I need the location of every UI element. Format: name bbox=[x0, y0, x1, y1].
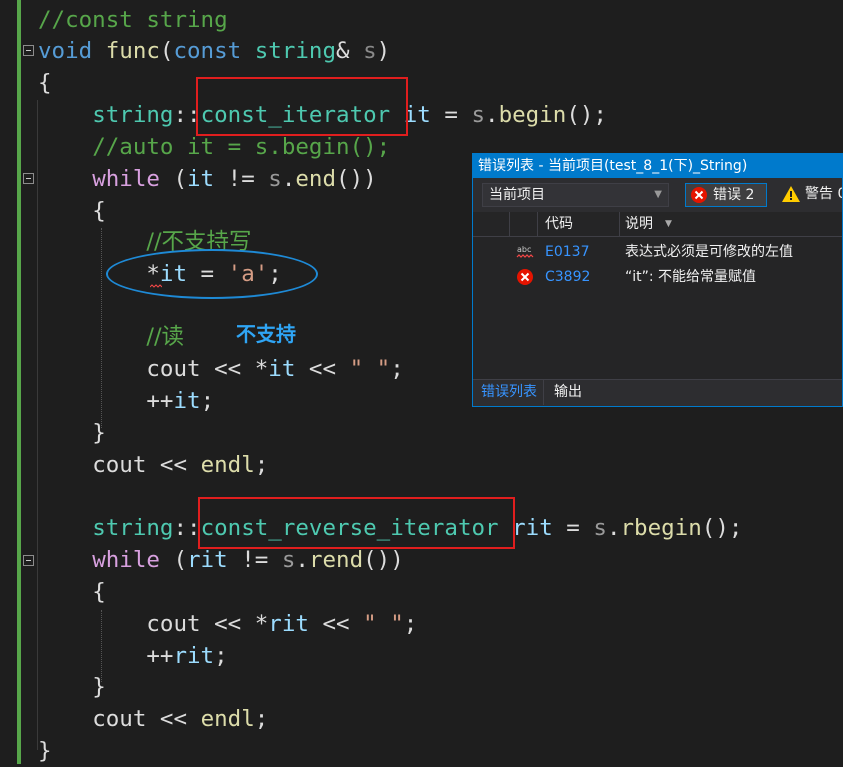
column-description[interactable]: 说明 bbox=[625, 212, 653, 236]
collapse-while-1-icon[interactable] bbox=[23, 173, 34, 184]
errors-count-label: 错误 2 bbox=[713, 187, 755, 203]
code-line-20: } bbox=[92, 674, 106, 700]
code-line-19: ++rit; bbox=[146, 643, 228, 669]
chevron-down-icon: ▼ bbox=[654, 189, 662, 200]
warnings-filter-button[interactable]: 警告 0 bbox=[777, 183, 843, 207]
error-circle-icon bbox=[517, 269, 533, 285]
change-bar bbox=[17, 0, 21, 764]
error-description: “it”: 不能给常量赋值 bbox=[625, 269, 757, 285]
error-row[interactable]: C3892 “it”: 不能给常量赋值 bbox=[473, 265, 842, 290]
panel-tabs: 错误列表 输出 bbox=[473, 379, 842, 406]
annotation-label: 不支持 bbox=[236, 322, 296, 346]
code-line-17: { bbox=[92, 579, 106, 605]
error-squiggle bbox=[150, 284, 162, 288]
error-code[interactable]: E0137 bbox=[545, 240, 589, 265]
code-line-22: } bbox=[38, 738, 52, 764]
code-line-11: cout << *it << " "; bbox=[146, 356, 404, 382]
error-list-toolbar: 当前项目 ▼ 错误 2 警告 0 bbox=[473, 178, 842, 212]
highlight-const-reverse-iterator bbox=[198, 497, 515, 549]
warnings-count-label: 警告 0 bbox=[805, 186, 843, 202]
code-line-18: cout << *rit << " "; bbox=[146, 611, 418, 637]
collapse-func-icon[interactable] bbox=[23, 45, 34, 56]
scope-dropdown[interactable]: 当前项目 ▼ bbox=[482, 183, 669, 207]
error-description: 表达式必须是可修改的左值 bbox=[625, 244, 793, 260]
errors-filter-button[interactable]: 错误 2 bbox=[685, 183, 767, 207]
column-code[interactable]: 代码 bbox=[545, 212, 573, 236]
code-line-13: } bbox=[92, 420, 106, 446]
code-line-1: //const string bbox=[38, 7, 228, 33]
code-line-21: cout << endl; bbox=[92, 706, 269, 732]
error-list-panel: 错误列表 - 当前项目(test_8_1(下)_String) 当前项目 ▼ 错… bbox=[472, 153, 843, 407]
squiggle-abc-icon: abc bbox=[516, 245, 534, 258]
tab-output[interactable]: 输出 bbox=[548, 380, 588, 405]
svg-text:abc: abc bbox=[517, 245, 531, 254]
tab-error-list[interactable]: 错误列表 bbox=[475, 380, 544, 405]
code-line-7: { bbox=[92, 198, 106, 224]
warning-triangle-icon bbox=[782, 186, 800, 202]
highlight-ellipse bbox=[106, 249, 318, 299]
code-line-10: //读 bbox=[146, 324, 185, 350]
highlight-const-iterator bbox=[196, 77, 408, 136]
scope-value: 当前项目 bbox=[489, 187, 545, 203]
code-line-6: while (it != s.end()) bbox=[92, 166, 377, 192]
error-code[interactable]: C3892 bbox=[545, 265, 590, 290]
error-list-title[interactable]: 错误列表 - 当前项目(test_8_1(下)_String) bbox=[473, 154, 842, 178]
code-line-12: ++it; bbox=[146, 388, 215, 414]
code-line-2: void func(const string& s) bbox=[38, 38, 391, 64]
error-circle-icon bbox=[691, 187, 707, 203]
collapse-while-2-icon[interactable] bbox=[23, 555, 34, 566]
sort-chevron-icon[interactable]: ▼ bbox=[665, 212, 672, 236]
error-row[interactable]: abc E0137 表达式必须是可修改的左值 bbox=[473, 240, 842, 265]
column-header-row: 代码 说明 ▼ bbox=[473, 212, 842, 237]
code-line-14: cout << endl; bbox=[92, 452, 269, 478]
code-line-3: { bbox=[38, 70, 52, 96]
